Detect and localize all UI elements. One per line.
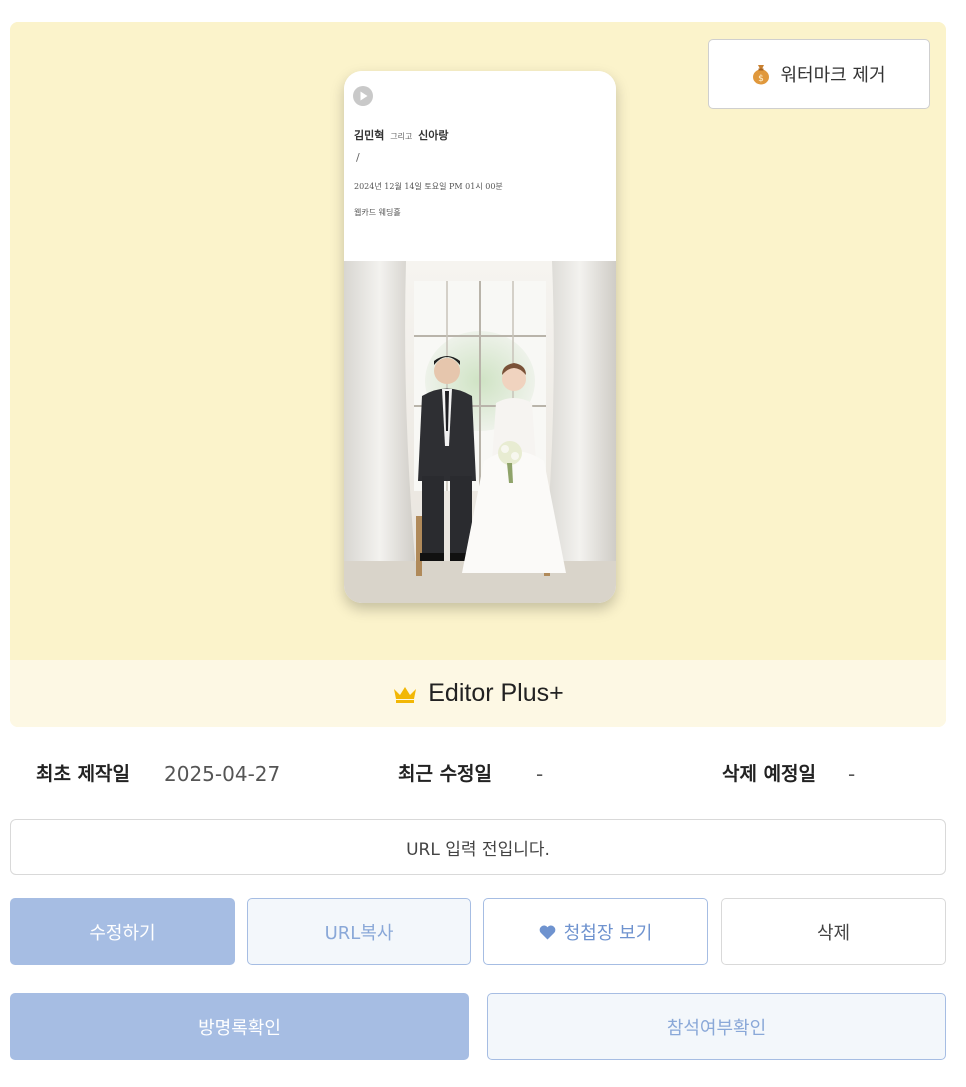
guestbook-button[interactable]: 방명록확인 (10, 993, 469, 1060)
bride-name: 신아랑 (418, 129, 449, 142)
invitation-header: 김민혁 그리고 신아랑 / 2024년 12월 14일 토요일 PM 01시 0… (344, 71, 616, 261)
copy-url-button[interactable]: URL복사 (247, 898, 471, 965)
view-invitation-button-label: 청첩장 보기 (563, 922, 653, 944)
invitation-dates: 최초 제작일 2025-04-27 최근 수정일 - 삭제 예정일 - (36, 756, 936, 792)
modified-date-label: 최근 수정일 (398, 763, 493, 785)
remove-watermark-button[interactable]: $ 워터마크 제거 (708, 39, 930, 109)
delete-button-label: 삭제 (816, 922, 851, 944)
moneybag-icon: $ (752, 63, 770, 85)
wedding-venue: 웹카드 웨딩홀 (354, 208, 401, 217)
deletion-date-label: 삭제 예정일 (722, 763, 817, 785)
names-conjunction: 그리고 (390, 132, 413, 141)
crown-icon (392, 685, 418, 703)
play-icon[interactable] (352, 85, 374, 107)
heart-icon (539, 924, 556, 940)
created-date-value: 2025-04-27 (164, 762, 281, 786)
deletion-date-value: - (848, 762, 856, 786)
created-date-label: 최초 제작일 (36, 763, 131, 785)
rsvp-button[interactable]: 참석여부확인 (487, 993, 946, 1060)
invitation-url-text: URL 입력 전입니다. (406, 839, 550, 860)
wedding-photo (344, 261, 616, 603)
svg-text:$: $ (759, 74, 765, 84)
plan-label: Editor Plus+ (428, 679, 564, 707)
invitation-preview[interactable]: 김민혁 그리고 신아랑 / 2024년 12월 14일 토요일 PM 01시 0… (344, 71, 616, 603)
edit-button[interactable]: 수정하기 (10, 898, 235, 965)
divider-slash: / (356, 151, 360, 164)
groom-name: 김민혁 (354, 129, 385, 142)
rsvp-button-label: 참석여부확인 (666, 1017, 767, 1039)
preview-area: $ 워터마크 제거 김민혁 그리고 신아랑 / 2024년 12월 14일 토요… (10, 22, 946, 660)
plan-badge: Editor Plus+ (10, 660, 946, 727)
invitation-card: $ 워터마크 제거 김민혁 그리고 신아랑 / 2024년 12월 14일 토요… (10, 22, 946, 727)
couple-names: 김민혁 그리고 신아랑 (354, 127, 449, 143)
guestbook-button-label: 방명록확인 (198, 1017, 281, 1039)
remove-watermark-label: 워터마크 제거 (780, 65, 886, 86)
delete-button[interactable]: 삭제 (721, 898, 946, 965)
modified-date-value: - (536, 762, 544, 786)
edit-button-label: 수정하기 (89, 922, 156, 944)
view-invitation-button[interactable]: 청첩장 보기 (483, 898, 708, 965)
wedding-date: 2024년 12월 14일 토요일 PM 01시 00분 (354, 182, 503, 191)
copy-url-button-label: URL복사 (324, 922, 394, 944)
invitation-url-field[interactable]: URL 입력 전입니다. (10, 819, 946, 875)
